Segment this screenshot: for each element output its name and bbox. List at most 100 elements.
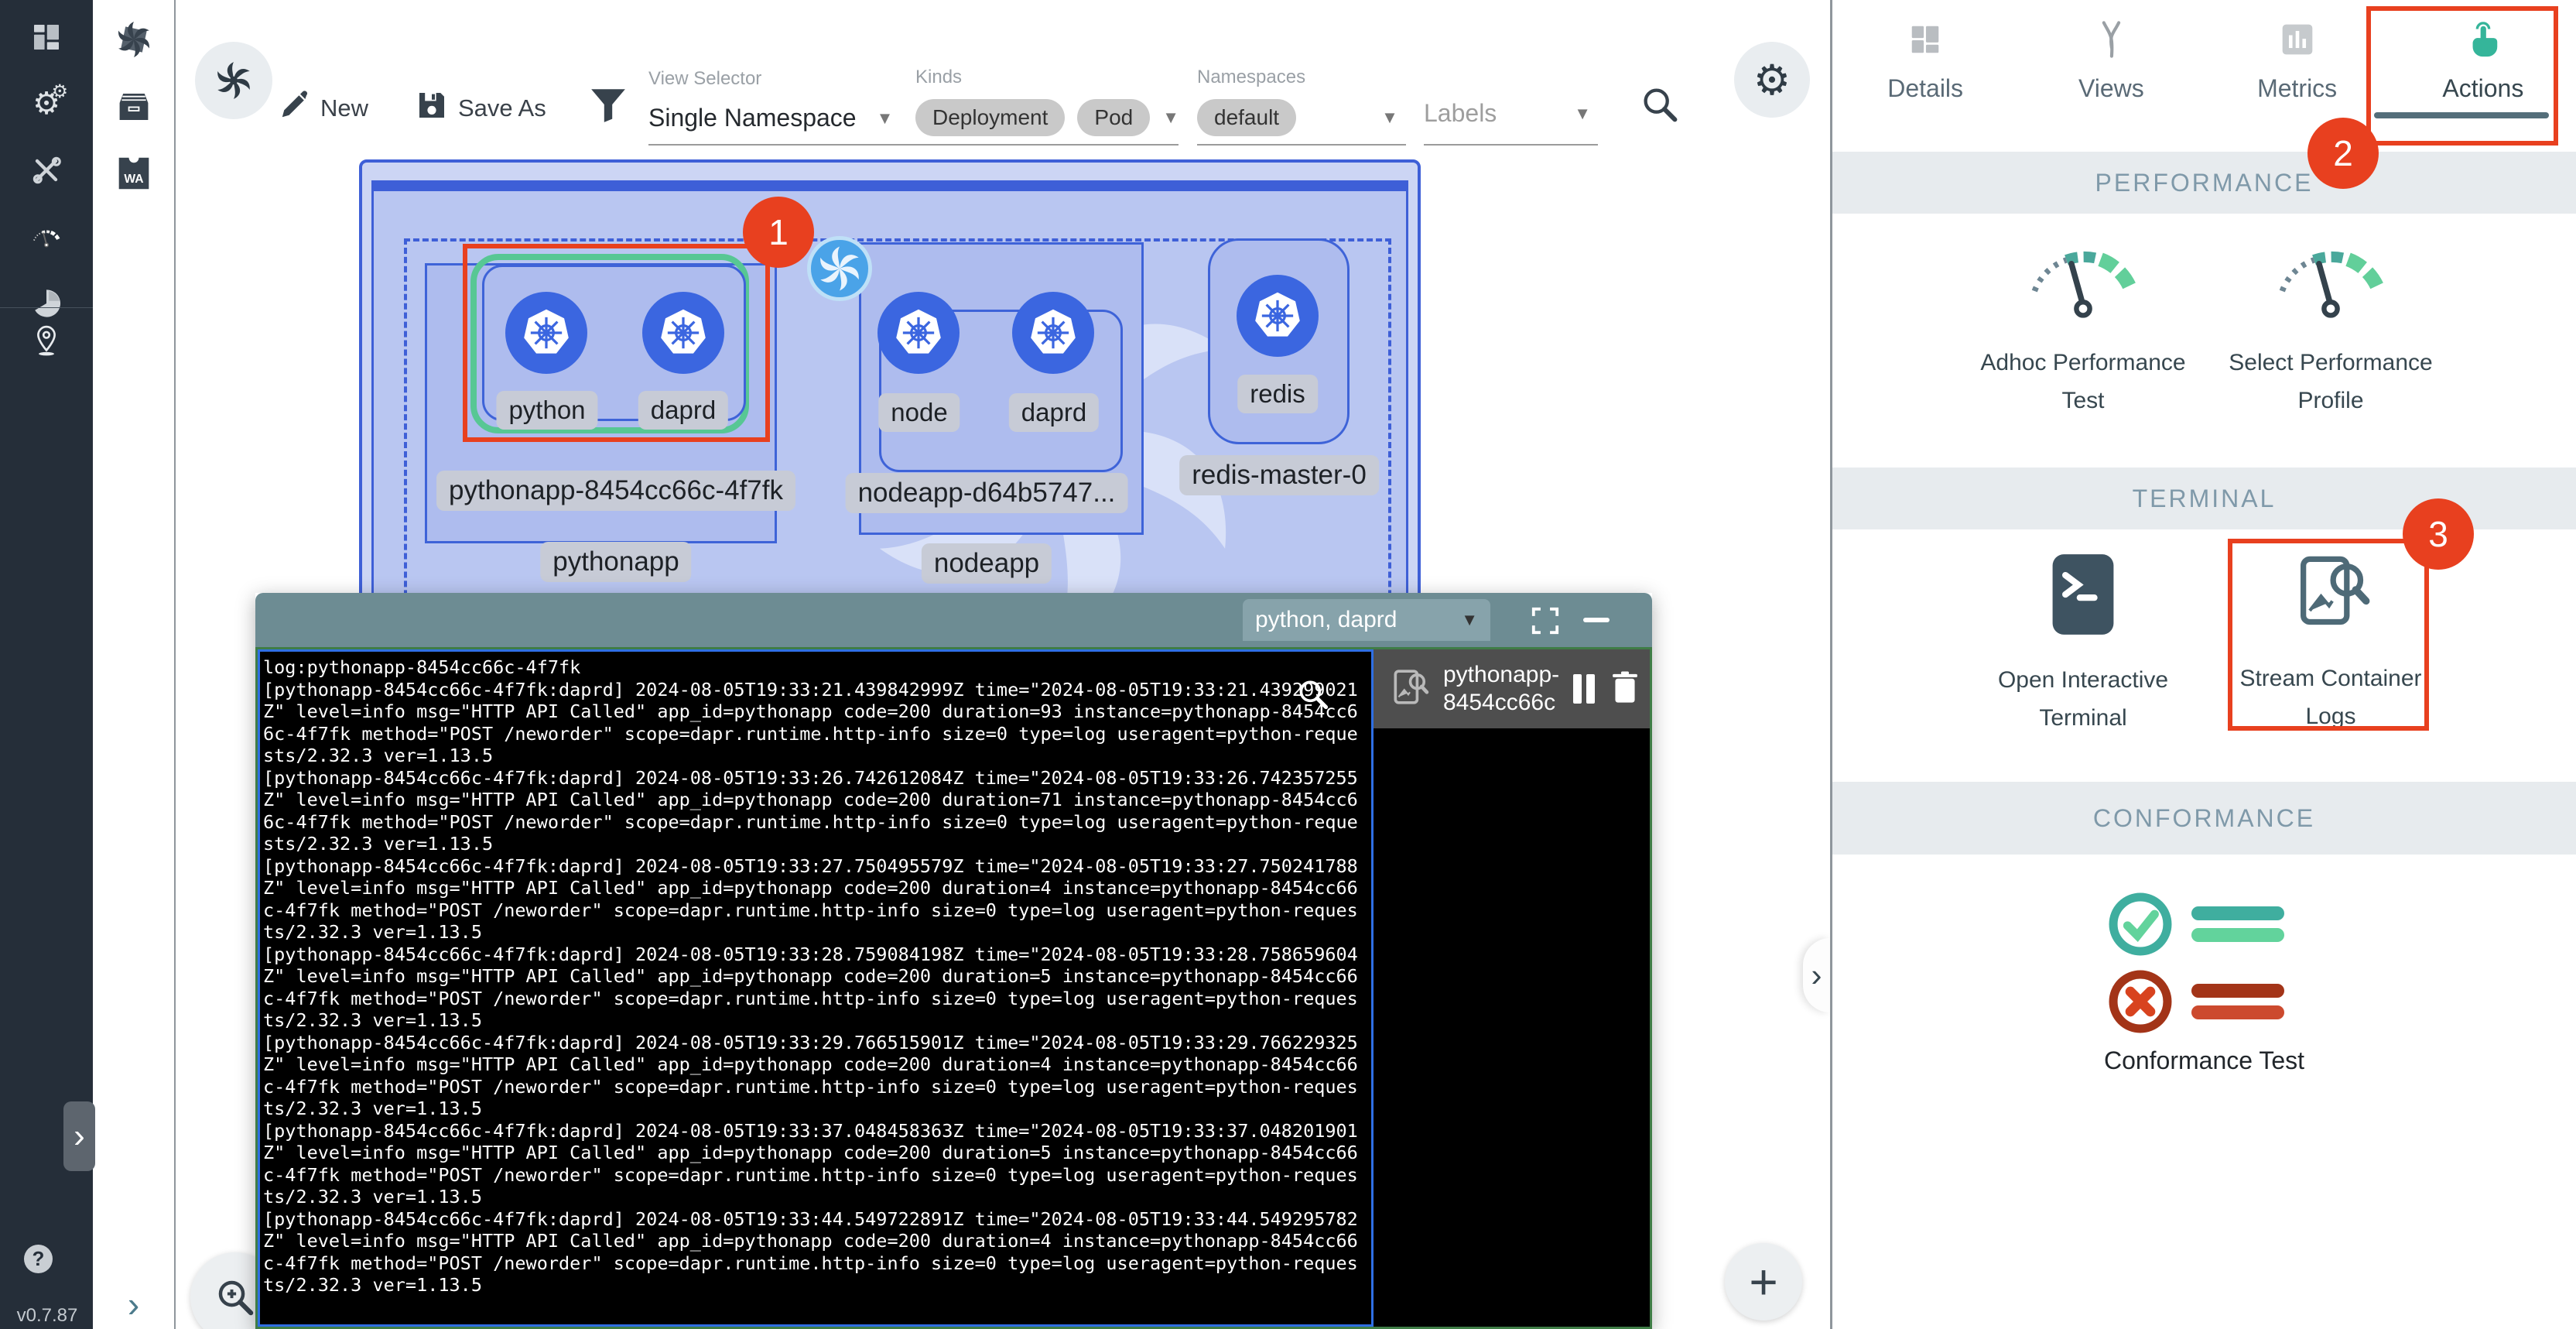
group-name-label: pythonapp — [540, 542, 691, 582]
log-terminal-window: python, daprd ▼ log:pythonapp-8454cc66c-… — [255, 593, 1652, 1329]
pause-icon[interactable] — [1573, 674, 1595, 704]
chevron-down-icon: ▼ — [1461, 610, 1478, 630]
kind-chip-deployment[interactable]: Deployment — [915, 99, 1065, 136]
dapr-logo-icon[interactable] — [115, 20, 153, 63]
help-icon[interactable]: ? — [24, 1245, 53, 1273]
new-button-label: New — [320, 94, 368, 122]
container-label: daprd — [1009, 393, 1099, 432]
log-entry: [pythonapp-8454cc66c-4f7fk:daprd] 2024-0… — [263, 1120, 1368, 1208]
annotation-box-1 — [463, 244, 770, 442]
kinds-filter[interactable]: Kinds Deployment Pod ▼ — [915, 67, 1179, 136]
labels-filter[interactable]: Labels ▼ — [1424, 99, 1591, 128]
group-name-label: nodeapp — [922, 543, 1052, 584]
search-icon[interactable] — [1639, 84, 1681, 129]
log-streams-strip: pythonapp-8454cc66c — [1374, 649, 1650, 1327]
pod-name-label: nodeapp-d64b5747... — [846, 473, 1128, 513]
archive-box-icon[interactable] — [116, 91, 152, 127]
pie-chart-icon[interactable] — [29, 286, 63, 320]
annotation-badge-1: 1 — [743, 197, 814, 268]
kinds-underline — [915, 144, 1179, 146]
palette-expand-chevron[interactable]: › — [93, 1283, 174, 1325]
container-redis-icon[interactable] — [1237, 275, 1319, 357]
gauge-icon[interactable] — [29, 220, 63, 254]
tools-icon[interactable] — [29, 153, 63, 187]
graph-logo-button[interactable] — [195, 42, 272, 119]
filter-icon[interactable] — [588, 85, 628, 129]
container-selector-value: python, daprd — [1255, 607, 1397, 633]
labels-underline — [1424, 144, 1598, 146]
stream-logs-icon — [1389, 667, 1429, 711]
view-selector[interactable]: View Selector Single Namespace ▼ — [648, 68, 893, 132]
view-selector-label: View Selector — [648, 68, 893, 90]
container-node-icon[interactable] — [877, 292, 960, 374]
dashboard-icon[interactable] — [29, 20, 63, 54]
annotation-badge-3: 3 — [2403, 498, 2474, 570]
panel-collapse-button[interactable]: › — [1803, 938, 1830, 1012]
action-label: Test — [2061, 388, 2104, 413]
namespaces-label: Namespaces — [1197, 67, 1398, 88]
gauge-icon — [2017, 235, 2150, 325]
conformance-test-action[interactable]: Conformance Test — [1832, 1046, 2576, 1075]
performance-section-header: PERFORMANCE — [1832, 152, 2576, 214]
pencil-icon — [279, 90, 310, 127]
select-performance-profile-action[interactable]: Select Performance Profile — [2207, 235, 2455, 420]
namespaces-underline — [1197, 144, 1406, 146]
trash-icon[interactable] — [1609, 670, 1641, 709]
version-label: v0.7.87 — [11, 1305, 84, 1327]
save-as-button[interactable]: Save As — [416, 90, 546, 127]
chevron-down-icon: ▼ — [1574, 104, 1591, 124]
kind-chip-pod[interactable]: Pod — [1077, 99, 1150, 136]
log-entry: [pythonapp-8454cc66c-4f7fk:daprd] 2024-0… — [263, 944, 1368, 1032]
add-button[interactable]: + — [1725, 1243, 1802, 1320]
log-entry: [pythonapp-8454cc66c-4f7fk:daprd] 2024-0… — [263, 679, 1368, 767]
action-label: Profile — [2297, 388, 2363, 413]
gauge-icon — [2264, 235, 2397, 325]
log-output-pane[interactable]: log:pythonapp-8454cc66c-4f7fk [pythonapp… — [258, 649, 1374, 1327]
tab-label: Metrics — [2257, 74, 2337, 103]
log-entry: [pythonapp-8454cc66c-4f7fk:daprd] 2024-0… — [263, 1032, 1368, 1120]
container-label: node — [878, 393, 960, 432]
metrics-icon — [2280, 17, 2315, 62]
details-panel: Details Views Metrics Actions 2 PERFORMA… — [1830, 0, 2576, 1329]
stream-tab-name: pythonapp-8454cc66c — [1443, 661, 1559, 717]
log-header-line: log:pythonapp-8454cc66c-4f7fk — [263, 656, 1368, 679]
palette-sidebar: WA › — [93, 0, 176, 1329]
terminal-body: log:pythonapp-8454cc66c-4f7fk [pythonapp… — [255, 647, 1652, 1329]
pod-name-label: redis-master-0 — [1179, 455, 1379, 495]
settings-gear-button[interactable]: ⚙ — [1734, 42, 1810, 118]
log-search-icon[interactable] — [1295, 676, 1331, 718]
fullscreen-icon[interactable] — [1531, 606, 1560, 639]
log-entry: [pythonapp-8454cc66c-4f7fk:daprd] 2024-0… — [263, 767, 1368, 855]
namespace-chip-default[interactable]: default — [1197, 99, 1296, 136]
views-icon — [2093, 17, 2129, 62]
action-label: Terminal — [2039, 705, 2126, 731]
minimize-icon[interactable] — [1583, 618, 1610, 622]
chevron-down-icon: ▼ — [1162, 108, 1179, 128]
adhoc-performance-test-action[interactable]: Adhoc PerformanceTest — [1959, 235, 2207, 420]
open-interactive-terminal-action[interactable]: Open Interactive Terminal — [1959, 551, 2207, 737]
container-selector-dropdown[interactable]: python, daprd ▼ — [1243, 599, 1490, 641]
pod-name-label: pythonapp-8454cc66c-4f7fk — [436, 471, 795, 511]
log-stream-tab[interactable]: pythonapp-8454cc66c — [1374, 649, 1650, 728]
new-button[interactable]: New — [279, 90, 368, 127]
kinds-label: Kinds — [915, 67, 1179, 88]
log-entry: [pythonapp-8454cc66c-4f7fk:daprd] 2024-0… — [263, 855, 1368, 944]
namespaces-filter[interactable]: Namespaces default ▼ — [1197, 67, 1398, 136]
terminal-header[interactable]: python, daprd ▼ — [255, 593, 1652, 647]
action-label: Select Performance — [2229, 350, 2432, 375]
save-as-button-label: Save As — [458, 94, 546, 122]
annotation-box-3 — [2228, 539, 2429, 731]
sidebar-expand-button[interactable]: › — [63, 1101, 95, 1171]
webassembly-icon[interactable]: WA — [116, 155, 152, 196]
conformance-fail-icon — [2105, 966, 2284, 1037]
chevron-down-icon: ▼ — [877, 108, 894, 128]
tab-details[interactable]: Details — [1832, 0, 2018, 152]
container-daprd-icon[interactable] — [1012, 292, 1094, 374]
action-label: Open Interactive — [1998, 667, 2168, 693]
conformance-pass-icon — [2105, 889, 2284, 960]
location-pin-icon[interactable] — [29, 324, 63, 358]
view-selector-value: Single Namespace — [648, 104, 857, 132]
settings-gears-icon[interactable]: ⚙⚙ — [29, 87, 63, 121]
dapr-sidecar-badge — [807, 236, 872, 301]
tab-views[interactable]: Views — [2018, 0, 2204, 152]
